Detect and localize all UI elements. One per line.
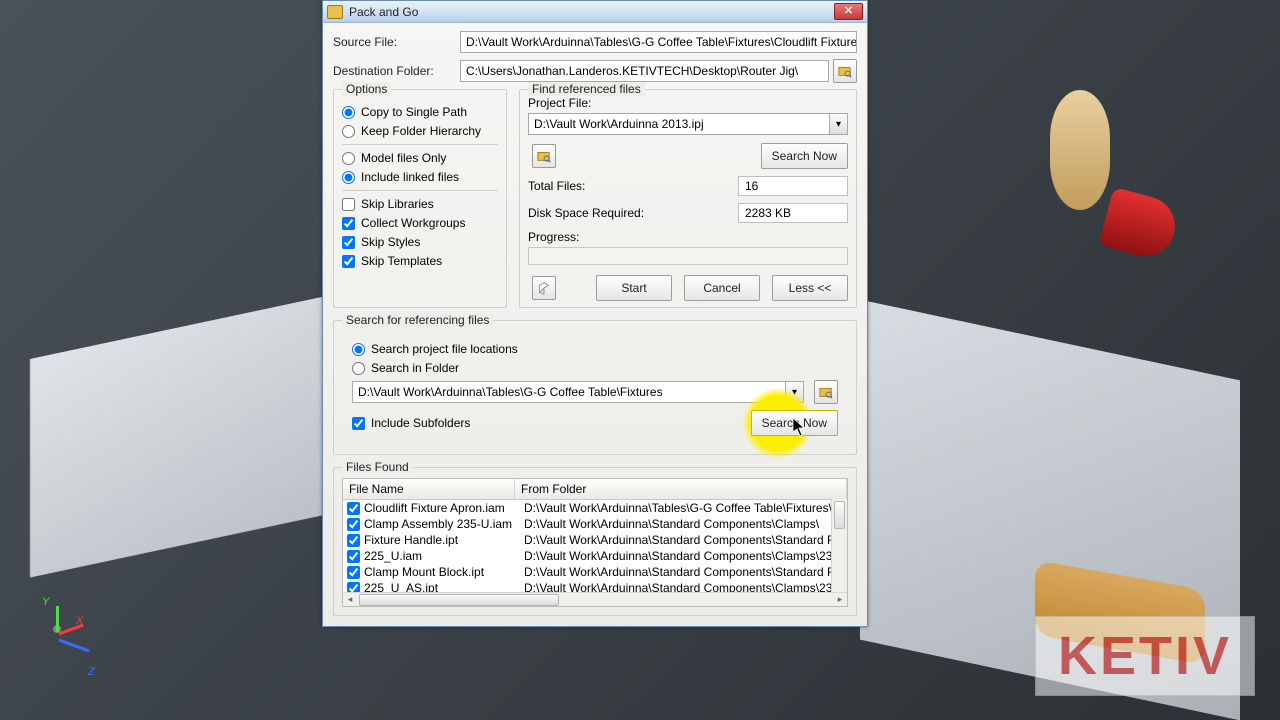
skip-libraries-check[interactable] <box>342 198 355 211</box>
file-folder-cell: D:\Vault Work\Arduinna\Standard Componen… <box>524 565 843 579</box>
table-row[interactable]: Clamp Assembly 235-U.iamD:\Vault Work\Ar… <box>343 516 847 532</box>
less-button[interactable]: Less << <box>772 275 848 301</box>
search-project-locations-label: Search project file locations <box>371 342 518 356</box>
files-found-legend: Files Found <box>342 460 413 474</box>
destination-folder-label: Destination Folder: <box>333 64 460 78</box>
search-referencing-group: Search for referencing files Search proj… <box>333 320 857 455</box>
browse-search-folder-button[interactable] <box>814 380 838 404</box>
find-referenced-legend: Find referenced files <box>528 82 645 96</box>
skip-templates-label: Skip Templates <box>361 254 442 268</box>
project-file-combo[interactable]: D:\Vault Work\Arduinna 2013.ipj <box>528 113 830 135</box>
browse-destination-button[interactable] <box>833 59 857 83</box>
project-file-label: Project File: <box>528 96 848 110</box>
collect-workgroups-check[interactable] <box>342 217 355 230</box>
file-name-cell: Fixture Handle.ipt <box>364 533 524 547</box>
background-clamp <box>1098 187 1181 263</box>
col-file-name[interactable]: File Name <box>343 479 515 499</box>
table-row[interactable]: Cloudlift Fixture Apron.iamD:\Vault Work… <box>343 500 847 516</box>
col-from-folder[interactable]: From Folder <box>515 479 847 499</box>
include-subfolders-label: Include Subfolders <box>371 416 470 430</box>
file-name-cell: Clamp Mount Block.ipt <box>364 565 524 579</box>
options-group: Options Copy to Single Path Keep Folder … <box>333 89 507 308</box>
file-name-cell: 225_U.iam <box>364 549 524 563</box>
vertical-scrollbar[interactable] <box>831 499 847 592</box>
keep-hierarchy-label: Keep Folder Hierarchy <box>361 124 481 138</box>
skip-styles-check[interactable] <box>342 236 355 249</box>
file-row-check[interactable] <box>347 518 360 531</box>
search-in-folder-label: Search in Folder <box>371 361 459 375</box>
background-knob <box>1050 90 1110 210</box>
viewcube-axis: Y X Z <box>30 600 110 680</box>
skip-styles-label: Skip Styles <box>361 235 420 249</box>
include-subfolders-check[interactable] <box>352 417 365 430</box>
disk-space-value: 2283 KB <box>738 203 848 223</box>
file-name-cell: 225_U_AS.ipt <box>364 581 524 592</box>
search-referencing-legend: Search for referencing files <box>342 313 493 327</box>
app-icon <box>327 5 343 19</box>
table-row[interactable]: Fixture Handle.iptD:\Vault Work\Arduinna… <box>343 532 847 548</box>
file-row-check[interactable] <box>347 566 360 579</box>
include-linked-label: Include linked files <box>361 170 459 184</box>
search-now-referencing-button[interactable]: Search Now <box>751 410 838 436</box>
table-row[interactable]: 225_U_AS.iptD:\Vault Work\Arduinna\Stand… <box>343 580 847 592</box>
skip-templates-check[interactable] <box>342 255 355 268</box>
files-found-group: Files Found File Name From Folder Cloudl… <box>333 467 857 616</box>
include-linked-radio[interactable] <box>342 171 355 184</box>
copy-single-path-radio[interactable] <box>342 106 355 119</box>
browse-project-button[interactable] <box>532 144 556 168</box>
file-row-check[interactable] <box>347 550 360 563</box>
skip-libraries-label: Skip Libraries <box>361 197 434 211</box>
search-project-locations-radio[interactable] <box>352 343 365 356</box>
source-file-label: Source File: <box>333 35 460 49</box>
watermark-logo: KETIV <box>1035 616 1255 696</box>
file-folder-cell: D:\Vault Work\Arduinna\Tables\G-G Coffee… <box>524 501 843 515</box>
axis-x-label: X <box>76 615 83 627</box>
total-files-value: 16 <box>738 176 848 196</box>
model-files-only-radio[interactable] <box>342 152 355 165</box>
axis-z-label: Z <box>88 666 95 678</box>
table-row[interactable]: Clamp Mount Block.iptD:\Vault Work\Ardui… <box>343 564 847 580</box>
options-legend: Options <box>342 82 391 96</box>
search-now-refs-button[interactable]: Search Now <box>761 143 848 169</box>
file-row-check[interactable] <box>347 502 360 515</box>
table-row[interactable]: 225_U.iamD:\Vault Work\Arduinna\Standard… <box>343 548 847 564</box>
source-file-field[interactable]: D:\Vault Work\Arduinna\Tables\G-G Coffee… <box>460 31 857 53</box>
disk-space-label: Disk Space Required: <box>528 206 738 220</box>
file-folder-cell: D:\Vault Work\Arduinna\Standard Componen… <box>524 517 843 531</box>
file-name-cell: Clamp Assembly 235-U.iam <box>364 517 524 531</box>
files-table[interactable]: File Name From Folder Cloudlift Fixture … <box>342 478 848 607</box>
progress-label: Progress: <box>528 230 848 244</box>
collect-workgroups-label: Collect Workgroups <box>361 216 465 230</box>
file-folder-cell: D:\Vault Work\Arduinna\Standard Componen… <box>524 533 843 547</box>
search-folder-dropdown[interactable]: ▾ <box>786 381 804 403</box>
titlebar[interactable]: Pack and Go ✕ <box>323 1 867 23</box>
project-file-dropdown[interactable]: ▾ <box>830 113 848 135</box>
search-folder-combo[interactable]: D:\Vault Work\Arduinna\Tables\G-G Coffee… <box>352 381 786 403</box>
total-files-label: Total Files: <box>528 179 738 193</box>
find-referenced-group: Find referenced files Project File: D:\V… <box>519 89 857 308</box>
horizontal-scrollbar[interactable]: ◂▸ <box>343 592 847 606</box>
start-button[interactable]: Start <box>596 275 672 301</box>
destination-folder-field[interactable]: C:\Users\Jonathan.Landeros.KETIVTECH\Des… <box>460 60 829 82</box>
help-button[interactable] <box>532 276 556 300</box>
pack-and-go-dialog: Pack and Go ✕ Source File: D:\Vault Work… <box>322 0 868 627</box>
cancel-button[interactable]: Cancel <box>684 275 760 301</box>
file-row-check[interactable] <box>347 582 360 593</box>
window-title: Pack and Go <box>349 5 834 19</box>
copy-single-path-label: Copy to Single Path <box>361 105 467 119</box>
progress-bar <box>528 247 848 265</box>
file-folder-cell: D:\Vault Work\Arduinna\Standard Componen… <box>524 581 843 592</box>
axis-y-label: Y <box>42 596 49 608</box>
file-name-cell: Cloudlift Fixture Apron.iam <box>364 501 524 515</box>
keep-hierarchy-radio[interactable] <box>342 125 355 138</box>
model-files-only-label: Model files Only <box>361 151 446 165</box>
file-folder-cell: D:\Vault Work\Arduinna\Standard Componen… <box>524 549 843 563</box>
close-button[interactable]: ✕ <box>834 3 863 20</box>
search-in-folder-radio[interactable] <box>352 362 365 375</box>
file-row-check[interactable] <box>347 534 360 547</box>
